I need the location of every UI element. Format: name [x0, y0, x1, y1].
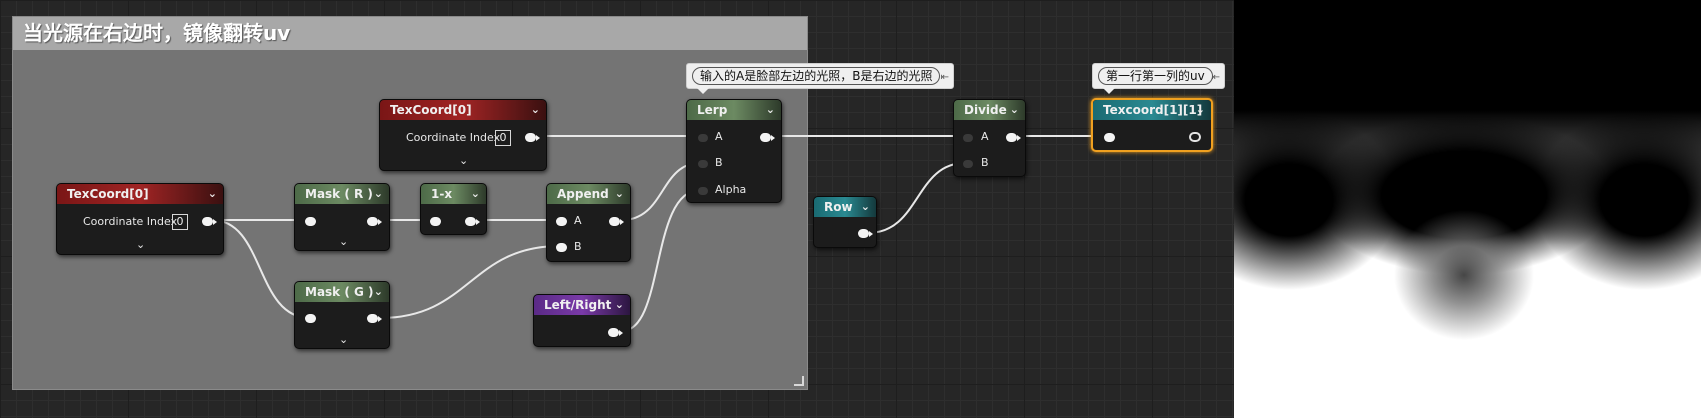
- node-title: Left/Right: [544, 298, 612, 312]
- chevron-down-icon[interactable]: ⌄: [615, 184, 624, 204]
- row-node[interactable]: Row ⌄: [813, 196, 877, 248]
- node-header[interactable]: Divide ⌄: [954, 100, 1025, 120]
- input-pin-a[interactable]: [698, 134, 708, 142]
- input-pin-b[interactable]: [963, 160, 973, 168]
- material-graph-canvas[interactable]: 当光源在右边时，镜像翻转uv TexCoord[0] ⌄ Coordinate …: [0, 0, 1234, 418]
- mask-g-node[interactable]: Mask ( G ) ⌄ ⌄: [294, 281, 390, 349]
- node-title: Texcoord[1][1]: [1103, 103, 1203, 117]
- chevron-down-icon[interactable]: ⌄: [459, 154, 468, 167]
- coordinate-index-input[interactable]: 0: [495, 130, 511, 146]
- output-pin[interactable]: [525, 133, 540, 142]
- input-pin[interactable]: [1104, 133, 1115, 142]
- input-pin[interactable]: [430, 217, 441, 226]
- wire-row-to-divide-b: [867, 162, 966, 234]
- node-header[interactable]: 1-x ⌄: [421, 184, 486, 204]
- comment-text: 第一行第一列的uv: [1098, 67, 1213, 85]
- node-title: TexCoord[0]: [67, 187, 149, 201]
- output-pin[interactable]: [367, 314, 382, 323]
- output-pin[interactable]: [465, 217, 480, 226]
- input-pin-b[interactable]: [556, 243, 567, 252]
- node-title: 1-x: [431, 187, 453, 201]
- node-header[interactable]: TexCoord[0] ⌄: [380, 100, 546, 120]
- pin-b-label: B: [715, 156, 723, 169]
- output-pin[interactable]: [367, 217, 382, 226]
- chevron-down-icon[interactable]: ⌄: [136, 238, 145, 251]
- chevron-down-icon[interactable]: ⌄: [1196, 100, 1205, 120]
- output-pin[interactable]: [202, 217, 217, 226]
- node-header[interactable]: Append ⌄: [547, 184, 630, 204]
- lerp-node[interactable]: Lerp ⌄ A B Alpha: [686, 99, 782, 203]
- texcoord-output-node[interactable]: Texcoord[1][1] ⌄: [1091, 98, 1213, 152]
- chevron-down-icon[interactable]: ⌄: [615, 295, 624, 315]
- output-pin[interactable]: [858, 229, 873, 238]
- texcoord-node-top[interactable]: TexCoord[0] ⌄ Coordinate Index 0 ⌄: [379, 99, 547, 171]
- chevron-down-icon[interactable]: ⌄: [339, 235, 348, 248]
- input-pin-alpha[interactable]: [698, 187, 708, 195]
- one-minus-x-node[interactable]: 1-x ⌄: [420, 183, 487, 235]
- chevron-down-icon[interactable]: ⌄: [339, 333, 348, 346]
- output-pin[interactable]: [760, 133, 775, 142]
- left-right-node[interactable]: Left/Right ⌄: [533, 294, 631, 347]
- wire-left-right-to-lerp-alpha: [621, 189, 701, 332]
- node-header[interactable]: Row ⌄: [814, 197, 876, 217]
- coordinate-index-label: Coordinate Index: [83, 215, 178, 228]
- texcoord-node-left[interactable]: TexCoord[0] ⌄ Coordinate Index 0 ⌄: [56, 183, 224, 255]
- pin-a-label: A: [981, 130, 989, 143]
- append-node[interactable]: Append ⌄ A B: [546, 183, 631, 262]
- pin-alpha-label: Alpha: [715, 183, 747, 196]
- coordinate-index-input[interactable]: 0: [172, 214, 188, 230]
- chevron-down-icon[interactable]: ⌄: [531, 100, 540, 120]
- output-pin[interactable]: [608, 328, 623, 337]
- node-header[interactable]: Left/Right ⌄: [534, 295, 630, 315]
- texcoord-comment-bubble[interactable]: 第一行第一列的uv ⇤: [1092, 63, 1225, 94]
- input-pin-b[interactable]: [698, 160, 708, 168]
- node-title: Append: [557, 187, 609, 201]
- input-pin-a[interactable]: [963, 134, 973, 142]
- output-pin[interactable]: [1189, 132, 1201, 142]
- pin-icon[interactable]: ⇤: [941, 66, 949, 90]
- node-header[interactable]: Mask ( R ) ⌄: [295, 184, 389, 204]
- input-pin-a[interactable]: [556, 217, 567, 226]
- material-preview-viewport[interactable]: [1234, 0, 1701, 418]
- output-pin[interactable]: [609, 217, 624, 226]
- divide-node[interactable]: Divide ⌄ A B: [953, 99, 1026, 177]
- node-header[interactable]: Lerp ⌄: [687, 100, 781, 120]
- chevron-down-icon[interactable]: ⌄: [1010, 100, 1019, 120]
- pin-a-label: A: [574, 214, 582, 227]
- node-header[interactable]: Texcoord[1][1] ⌄: [1093, 100, 1211, 120]
- chevron-down-icon[interactable]: ⌄: [861, 197, 870, 217]
- lerp-comment-bubble[interactable]: 输入的A是脸部左边的光照，B是右边的光照 ⇤: [686, 63, 954, 94]
- coordinate-index-label: Coordinate Index: [406, 131, 501, 144]
- node-title: TexCoord[0]: [390, 103, 472, 117]
- pin-b-label: B: [574, 240, 582, 253]
- comment-text: 输入的A是脸部左边的光照，B是右边的光照: [692, 67, 941, 85]
- pin-a-label: A: [715, 130, 723, 143]
- pin-b-label: B: [981, 156, 989, 169]
- chevron-down-icon[interactable]: ⌄: [471, 184, 480, 204]
- chevron-down-icon[interactable]: ⌄: [374, 282, 383, 302]
- node-title: Divide: [964, 103, 1007, 117]
- output-pin[interactable]: [1006, 133, 1021, 142]
- node-title: Lerp: [697, 103, 728, 117]
- node-header[interactable]: TexCoord[0] ⌄: [57, 184, 223, 204]
- node-title: Mask ( G ): [305, 285, 374, 299]
- chevron-down-icon[interactable]: ⌄: [374, 184, 383, 204]
- chevron-down-icon[interactable]: ⌄: [208, 184, 217, 204]
- mask-r-node[interactable]: Mask ( R ) ⌄ ⌄: [294, 183, 390, 251]
- node-title: Row: [824, 200, 853, 214]
- pin-icon[interactable]: ⇤: [1212, 66, 1220, 90]
- chevron-down-icon[interactable]: ⌄: [766, 100, 775, 120]
- input-pin[interactable]: [305, 314, 316, 323]
- input-pin[interactable]: [305, 217, 316, 226]
- node-header[interactable]: Mask ( G ) ⌄: [295, 282, 389, 302]
- node-title: Mask ( R ): [305, 187, 373, 201]
